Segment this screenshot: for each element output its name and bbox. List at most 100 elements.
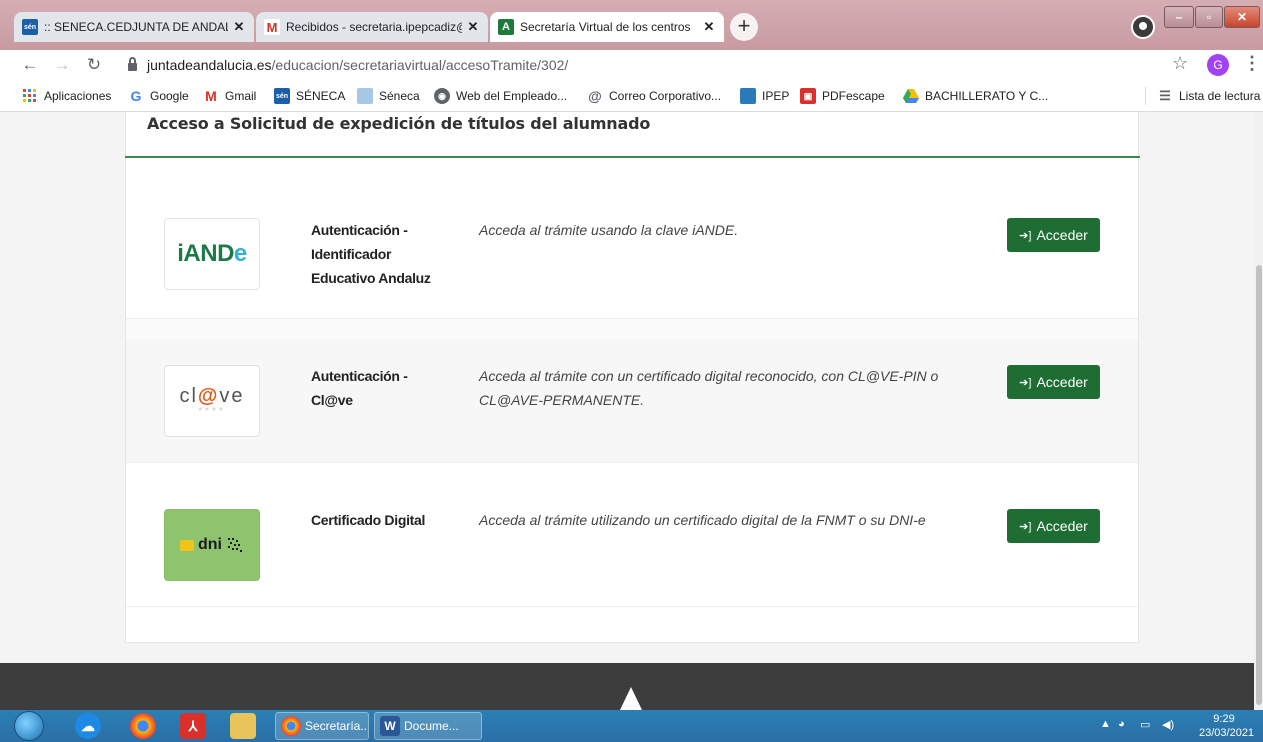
pdfescape-icon: ▣ (800, 88, 816, 104)
bookmark-label: Aplicaciones (44, 89, 112, 103)
sign-in-icon: ➔] (1019, 229, 1032, 242)
method-name-line: Autenticación - (311, 368, 408, 384)
maximize-button[interactable]: ▫ (1195, 6, 1223, 28)
ipep-icon (740, 88, 756, 104)
bookmark-label: PDFescape (822, 89, 885, 103)
method-name-line: Identificador (311, 246, 392, 262)
profile-avatar[interactable]: G (1207, 54, 1229, 76)
scrollbar-thumb[interactable] (1256, 265, 1262, 705)
sign-in-icon: ➔] (1019, 520, 1032, 533)
dni-logo-inner: dni (180, 536, 244, 554)
tab-gmail[interactable]: M Recibidos - secretaria.ipepcadiz@ ✕ (256, 12, 488, 42)
method-name-line: Certificado Digital (311, 512, 426, 528)
chip-icon (180, 539, 194, 551)
dni-pattern-icon (228, 538, 242, 552)
bookmark-bachillerato[interactable]: BACHILLERATO Y C... (903, 88, 1048, 104)
address-bar[interactable]: juntadeandalucia.es/educacion/secretaria… (112, 51, 1152, 79)
url-host: juntadeandalucia.es (147, 57, 272, 73)
seneca-doc-icon (357, 88, 373, 104)
network-icon[interactable]: ▭ (1140, 718, 1150, 731)
at-icon: @ (588, 88, 602, 104)
page-content: Acceso a Solicitud de expedición de títu… (0, 112, 1263, 663)
taskbar-task-chrome[interactable]: Secretaría... (275, 712, 369, 740)
bookmark-label: Gmail (225, 89, 257, 103)
browser-tab-strip: sén :: SENECA.CEDJUNTA DE ANDAL ✕ M Reci… (0, 0, 1263, 50)
globe-icon: ◉ (434, 88, 450, 104)
tab-title: Secretaría Virtual de los centros (520, 20, 691, 34)
taskbar-clock[interactable]: 9:29 23/03/2021 (1199, 712, 1254, 740)
auth-method-row: dni Certificado Digital Acceda al trámit… (126, 463, 1138, 607)
bookmark-google[interactable]: G Google (128, 88, 189, 104)
tab-secretaria-virtual[interactable]: A Secretaría Virtual de los centros ✕ (490, 12, 724, 42)
url-path: /educacion/secretariavirtual/accesoTrami… (271, 57, 569, 73)
reading-list-icon: ☰ (1159, 88, 1171, 103)
acceder-button-dni[interactable]: ➔] Acceder (1007, 509, 1100, 543)
start-button[interactable] (14, 711, 44, 741)
method-description: Acceda al trámite con un certificado dig… (479, 368, 939, 408)
dni-logo: dni (164, 509, 260, 581)
task-label: Docume... (404, 719, 459, 733)
chrome-icon[interactable] (130, 713, 156, 739)
acrobat-icon[interactable]: ⅄ (180, 713, 206, 739)
page-title: Acceso a Solicitud de expedición de títu… (147, 114, 651, 133)
bookmark-seneca[interactable]: Séneca (357, 88, 420, 104)
gmail-icon: M (264, 19, 280, 35)
tray-app-icon[interactable]: ◕ (1118, 718, 1125, 730)
acceder-button-iande[interactable]: ➔] Acceder (1007, 218, 1100, 252)
google-icon: G (130, 88, 142, 104)
tab-title: :: SENECA.CEDJUNTA DE ANDAL (44, 20, 228, 34)
reading-list-label: Lista de lectura (1179, 89, 1261, 103)
tab-search-icon[interactable] (1131, 15, 1155, 39)
bookmark-label: BACHILLERATO Y C... (925, 89, 1049, 103)
clave-logo-stars: **** (198, 406, 226, 417)
reload-icon[interactable]: ↻ (82, 53, 106, 77)
chrome-icon (281, 716, 301, 736)
forward-arrow-icon[interactable]: → (50, 53, 74, 77)
seneca-icon: sén (274, 88, 290, 104)
browser-menu-icon[interactable]: ⋮ (1243, 53, 1261, 74)
bookmark-label: Web del Empleado... (456, 89, 568, 103)
drive-icon (903, 88, 919, 104)
minimize-button[interactable]: – (1164, 6, 1194, 28)
windows-taskbar: ☁ ⅄ Secretaría... W Docume... ▲ ◕ ▭ ◀) 9… (0, 710, 1263, 742)
bookmark-correo[interactable]: @ Correo Corporativo... (587, 88, 721, 104)
bookmark-ipep[interactable]: IPEP (740, 88, 789, 104)
new-tab-button[interactable]: + (730, 13, 758, 41)
lock-icon[interactable] (128, 57, 137, 71)
close-tab-icon[interactable]: ✕ (466, 19, 480, 35)
bookmarks-bar: Aplicaciones G Google M Gmail sén SÉNECA… (0, 80, 1263, 112)
taskbar-task-word[interactable]: W Docume... (374, 712, 482, 740)
close-window-button[interactable]: ✕ (1224, 6, 1260, 28)
bookmark-label: Séneca (379, 89, 420, 103)
tray-expand-icon[interactable]: ▲ (1100, 718, 1111, 730)
bookmark-gmail[interactable]: M Gmail (203, 88, 256, 104)
bookmark-aplicaciones[interactable]: Aplicaciones (22, 88, 111, 104)
iande-logo: iANDe (164, 218, 260, 290)
dni-logo-text: dni (198, 536, 222, 553)
row-divider (126, 319, 1138, 339)
method-name: Certificado Digital (311, 508, 425, 532)
file-explorer-icon[interactable] (230, 713, 256, 739)
iande-logo-text: iANDe (177, 240, 247, 267)
task-label: Secretaría... (305, 719, 369, 733)
bookmark-pdfescape[interactable]: ▣ PDFescape (800, 88, 885, 104)
access-card: Acceso a Solicitud de expedición de títu… (125, 112, 1140, 643)
clave-logo-text: cl@ve (179, 385, 245, 407)
junta-andalucia-icon: A (498, 19, 514, 35)
bookmark-seneca-upper[interactable]: sén SÉNECA (274, 88, 345, 104)
page-footer (0, 663, 1263, 710)
method-description: Acceda al trámite utilizando un certific… (479, 512, 926, 528)
bookmarks-separator (1145, 87, 1146, 105)
volume-icon[interactable]: ◀) (1162, 718, 1174, 731)
acceder-button-clave[interactable]: ➔] Acceder (1007, 365, 1100, 399)
cloud-icon[interactable]: ☁ (75, 713, 101, 739)
bookmark-web-empleado[interactable]: ◉ Web del Empleado... (434, 88, 567, 104)
close-tab-icon[interactable]: ✕ (702, 19, 716, 35)
tab-seneca[interactable]: sén :: SENECA.CEDJUNTA DE ANDAL ✕ (14, 12, 254, 42)
bookmark-star-icon[interactable]: ☆ (1172, 53, 1188, 74)
close-tab-icon[interactable]: ✕ (232, 19, 246, 35)
method-name-line: Cl@ve (311, 392, 353, 408)
back-arrow-icon[interactable]: ← (18, 53, 42, 77)
reading-list-button[interactable]: ☰ Lista de lectura (1157, 88, 1260, 104)
auth-method-row: cl@ve **** Autenticación - Cl@ve Acceda … (126, 339, 1138, 463)
